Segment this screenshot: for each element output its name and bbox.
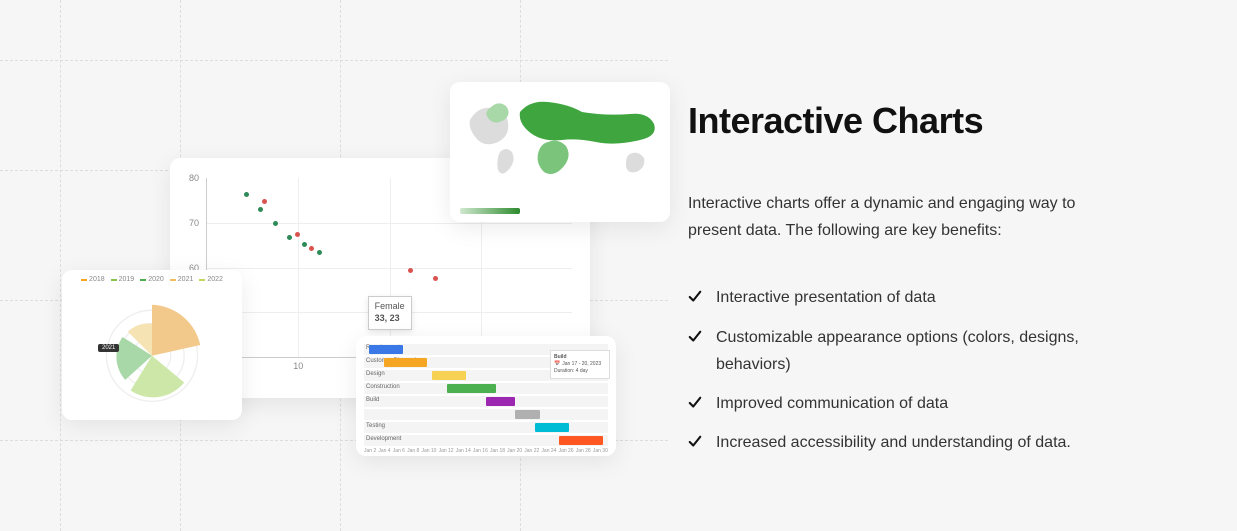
benefit-text: Interactive presentation of data xyxy=(716,284,936,311)
gantt-tick: Jan 26 xyxy=(559,448,574,454)
gantt-tick: Jan 4 xyxy=(378,448,390,454)
gantt-tooltip-duration: Duration: 4 day xyxy=(554,368,606,375)
world-map-icon xyxy=(458,90,662,190)
content-area: Interactive Charts Interactive charts of… xyxy=(668,0,1237,531)
benefit-item: Improved communication of data xyxy=(688,390,1118,417)
gantt-tick: Jan 24 xyxy=(541,448,556,454)
gantt-axis: Jan 2 Jan 4 Jan 6 Jan 8 Jan 10 Jan 12 Ja… xyxy=(364,448,608,454)
gantt-tick: Jan 22 xyxy=(524,448,539,454)
data-point xyxy=(408,268,413,273)
page-title: Interactive Charts xyxy=(688,100,1197,142)
chart-tooltip: Female 33, 23 xyxy=(368,296,412,329)
gantt-tick: Jan 8 xyxy=(407,448,419,454)
data-point xyxy=(244,192,249,197)
illustration-area: Female 80 70 60 50 10 20 30 xyxy=(0,0,668,531)
polar-area-icon xyxy=(70,278,234,412)
gantt-task-label: Build xyxy=(366,397,379,403)
benefits-list: Interactive presentation of data Customi… xyxy=(688,284,1197,456)
gantt-chart-card: Requirement Customer Discussion Design C… xyxy=(356,336,616,456)
check-icon xyxy=(688,429,702,449)
x-tick: 10 xyxy=(293,361,303,371)
tooltip-series: Female xyxy=(375,301,405,313)
gantt-tick: Jan 2 xyxy=(364,448,376,454)
gantt-tick: Jan 6 xyxy=(393,448,405,454)
intro-paragraph: Interactive charts offer a dynamic and e… xyxy=(688,190,1118,244)
benefit-item: Interactive presentation of data xyxy=(688,284,1118,311)
benefit-item: Increased accessibility and understandin… xyxy=(688,429,1118,456)
data-point xyxy=(258,207,263,212)
data-point xyxy=(317,250,322,255)
calendar-icon: 📅 xyxy=(554,361,560,368)
gantt-tick: Jan 28 xyxy=(576,448,591,454)
polar-chart-card: 2018 2019 2020 2021 2022 2021 xyxy=(62,270,242,420)
benefit-text: Increased accessibility and understandin… xyxy=(716,429,1071,456)
gantt-tick: Jan 12 xyxy=(439,448,454,454)
gantt-tick: Jan 14 xyxy=(456,448,471,454)
check-icon xyxy=(688,390,702,410)
gantt-tooltip-task: Build xyxy=(554,354,606,361)
y-tick: 80 xyxy=(189,173,199,183)
gantt-task-label: Testing xyxy=(366,423,385,429)
map-legend-gradient xyxy=(460,208,520,214)
data-point xyxy=(273,221,278,226)
gantt-task-label: Construction xyxy=(366,384,400,390)
data-point xyxy=(287,235,292,240)
polar-chip: 2021 xyxy=(98,344,119,352)
y-tick: 70 xyxy=(189,218,199,228)
gantt-tick: Jan 30 xyxy=(593,448,608,454)
gantt-task-label: Development xyxy=(366,436,401,442)
data-point xyxy=(295,232,300,237)
data-point xyxy=(262,199,267,204)
gantt-tooltip: Build 📅Jan 17 - 20, 2023 Duration: 4 day xyxy=(550,350,610,379)
gantt-tick: Jan 18 xyxy=(490,448,505,454)
world-map-card xyxy=(450,82,670,222)
gantt-tick: Jan 20 xyxy=(507,448,522,454)
benefit-text: Improved communication of data xyxy=(716,390,948,417)
tooltip-value: 33, 23 xyxy=(375,313,405,325)
gantt-tooltip-dates: Jan 17 - 20, 2023 xyxy=(562,361,601,368)
gantt-task-label: Design xyxy=(366,371,385,377)
gantt-tick: Jan 16 xyxy=(473,448,488,454)
data-point xyxy=(433,276,438,281)
data-point xyxy=(302,242,307,247)
benefit-item: Customizable appearance options (colors,… xyxy=(688,324,1118,378)
check-icon xyxy=(688,324,702,344)
benefit-text: Customizable appearance options (colors,… xyxy=(716,324,1118,378)
gantt-tick: Jan 10 xyxy=(421,448,436,454)
data-point xyxy=(309,246,314,251)
check-icon xyxy=(688,284,702,304)
